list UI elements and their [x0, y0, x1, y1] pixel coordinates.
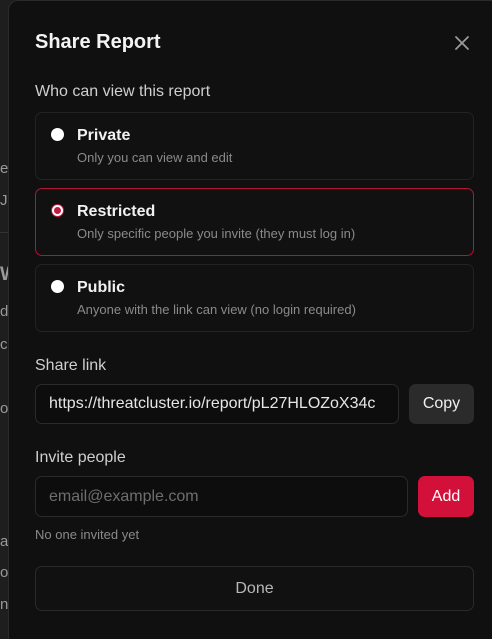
dialog-title: Share Report [35, 31, 161, 53]
done-button[interactable]: Done [35, 566, 474, 611]
option-description: Anyone with the link can view (no login … [77, 302, 356, 317]
option-title: Private [77, 127, 131, 144]
add-button[interactable]: Add [418, 476, 474, 517]
option-title: Restricted [77, 203, 156, 220]
email-input[interactable] [35, 476, 408, 517]
option-restricted[interactable]: Restricted Only specific people you invi… [35, 188, 474, 256]
close-button[interactable] [452, 33, 472, 53]
option-description: Only specific people you invite (they mu… [77, 226, 356, 241]
radio-public[interactable] [51, 280, 64, 293]
visibility-label: Who can view this report [35, 83, 211, 100]
option-title: Public [77, 279, 126, 296]
invite-label: Invite people [35, 449, 126, 466]
share-report-dialog: Share Report Who can view this report Pr… [8, 0, 492, 639]
invite-empty-text: No one invited yet [35, 527, 140, 542]
close-icon [455, 36, 469, 50]
copy-button[interactable]: Copy [409, 384, 474, 424]
radio-restricted[interactable] [51, 204, 64, 217]
radio-private[interactable] [51, 128, 64, 141]
option-private[interactable]: Private Only you can view and edit [35, 112, 474, 180]
option-public[interactable]: Public Anyone with the link can view (no… [35, 264, 474, 332]
option-description: Only you can view and edit [77, 150, 233, 165]
share-link-field[interactable] [35, 384, 399, 424]
share-link-label: Share link [35, 357, 107, 374]
